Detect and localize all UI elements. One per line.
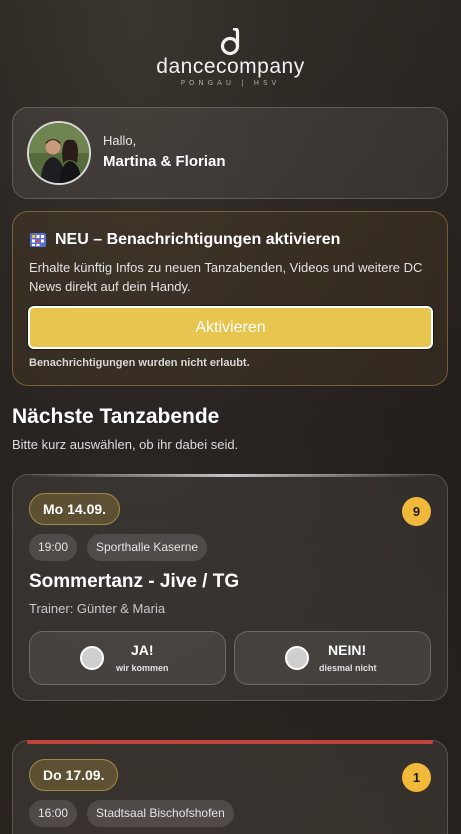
bell-grid-icon xyxy=(30,233,46,247)
event-location-chip: Stadtsaal Bischofshofen xyxy=(87,800,234,827)
radio-yes[interactable] xyxy=(80,646,104,670)
attendee-count-badge[interactable]: 1 xyxy=(402,763,431,792)
logo-subtitle: PONGAU | HSV xyxy=(180,79,281,87)
vote-no-button[interactable]: NEIN! diesmal nicht xyxy=(234,631,431,685)
notification-text: Erhalte künftig Infos zu neuen Tanzabend… xyxy=(29,260,423,294)
event-time-chip: 16:00 xyxy=(29,800,78,827)
section-title: Nächste Tanzabende xyxy=(12,405,220,428)
logo-mark-icon xyxy=(220,28,239,56)
logo-wordmark: dancecompany xyxy=(156,55,305,78)
brand-logo: dancecompany PONGAU | HSV xyxy=(0,28,461,87)
vote-no-sublabel: diesmal nicht xyxy=(319,663,377,673)
event-accent-line xyxy=(27,474,433,477)
event-title: Sommertanz - Jive / TG xyxy=(29,571,240,592)
event-date: Mo 14.09. xyxy=(29,493,121,525)
event-card: Do 17.09. 1 16:00 Stadtsaal Bischofshofe… xyxy=(12,740,448,834)
radio-no[interactable] xyxy=(285,646,309,670)
vote-no-label: NEIN! xyxy=(328,642,367,658)
event-card: Mo 14.09. 9 19:00 Sporthalle Kaserne Som… xyxy=(12,474,448,701)
event-accent-line xyxy=(27,740,433,744)
couple-photo-icon xyxy=(29,123,89,183)
greeting-hello: Hallo, xyxy=(103,133,137,148)
vote-yes-label: JA! xyxy=(131,642,154,658)
event-time-chip: 19:00 xyxy=(29,534,78,561)
notification-status: Benachrichtigungen wurden nicht erlaubt. xyxy=(29,357,250,369)
vote-yes-sublabel: wir kommen xyxy=(116,663,169,673)
avatar[interactable] xyxy=(27,121,91,185)
vote-yes-button[interactable]: JA! wir kommen xyxy=(29,631,226,685)
notification-card: NEU – Benachrichtigungen aktivieren Erha… xyxy=(12,211,448,386)
activate-button[interactable]: Aktivieren xyxy=(28,306,433,349)
event-date: Do 17.09. xyxy=(29,759,119,791)
greeting-names: Martina & Florian xyxy=(103,153,226,170)
notification-title-text: NEU – Benachrichtigungen aktivieren xyxy=(55,231,341,248)
section-subtitle: Bitte kurz auswählen, ob ihr dabei seid. xyxy=(12,437,239,452)
attendee-count-badge[interactable]: 9 xyxy=(402,497,431,526)
event-trainer: Trainer: Günter & Maria xyxy=(29,601,166,616)
notification-title: NEU – Benachrichtigungen aktivieren xyxy=(29,231,340,249)
greeting-card: Hallo, Martina & Florian xyxy=(12,107,448,199)
event-location-chip: Sporthalle Kaserne xyxy=(87,534,208,561)
